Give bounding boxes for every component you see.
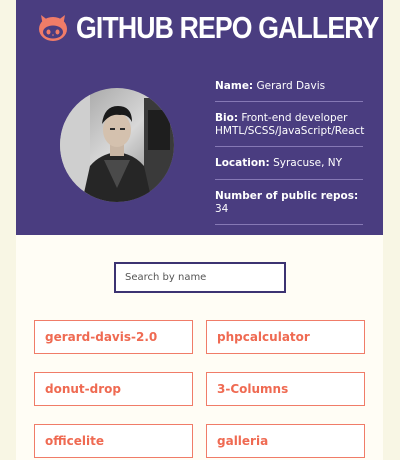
repo-card[interactable]: officelite	[34, 424, 193, 458]
search-container	[114, 262, 286, 293]
octocat-icon	[39, 15, 67, 41]
site-title: GITHUB REPO GALLERY	[76, 10, 379, 45]
profile-location: Location: Syracuse, NY	[215, 147, 363, 180]
repo-card[interactable]: gerard-davis-2.0	[34, 320, 193, 354]
profile-photo	[60, 88, 174, 202]
repo-card[interactable]: galleria	[206, 424, 365, 458]
profile-bio: Bio: Front-end developer HMTL/SCSS/JavaS…	[215, 102, 364, 148]
search-input[interactable]	[114, 262, 286, 293]
profile-name: Name: Gerard Davis	[215, 70, 363, 103]
repo-card[interactable]: donut-drop	[34, 372, 193, 406]
site-title-row: GITHUB REPO GALLERY	[36, 10, 383, 46]
profile-repo-count: Number of public repos: 34	[215, 180, 363, 225]
profile-info: Name: Gerard Davis Bio: Front-end develo…	[215, 70, 364, 225]
avatar	[60, 88, 174, 202]
page-container: GITHUB REPO GALLERY Name: Gerard Davis B…	[16, 0, 383, 460]
repo-card[interactable]: 3-Columns	[206, 372, 365, 406]
profile-header: GITHUB REPO GALLERY Name: Gerard Davis B…	[16, 0, 383, 235]
repo-card[interactable]: phpcalculator	[206, 320, 365, 354]
repo-list: gerard-davis-2.0 phpcalculator donut-dro…	[34, 320, 365, 458]
